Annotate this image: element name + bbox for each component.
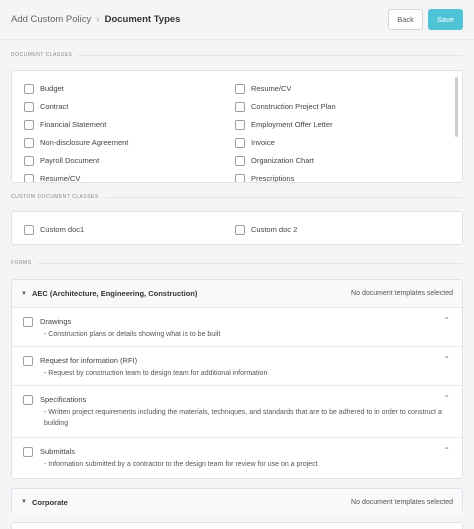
back-button[interactable]: Back bbox=[388, 9, 423, 30]
doc-class-budget[interactable]: Budget bbox=[24, 82, 64, 95]
doc-class-invoice[interactable]: Invoice bbox=[235, 136, 275, 149]
chevron-up-icon[interactable]: ⌃ bbox=[443, 394, 450, 403]
chevron-up-icon[interactable]: ⌃ bbox=[443, 355, 450, 364]
page-header: Add Custom Policy › Document Types Back … bbox=[0, 0, 474, 40]
status-text: No document templates selected bbox=[351, 290, 453, 297]
checkbox[interactable] bbox=[24, 224, 34, 235]
forms-panel-aec: ▼ AEC (Architecture, Engineering, Constr… bbox=[11, 279, 463, 479]
checkbox[interactable] bbox=[24, 101, 34, 112]
save-button[interactable]: Save bbox=[427, 9, 463, 30]
group-header-aec[interactable]: ▼ AEC (Architecture, Engineering, Constr… bbox=[12, 280, 462, 308]
doc-class-construction-plan[interactable]: Construction Project Plan bbox=[235, 100, 336, 113]
checkbox[interactable] bbox=[235, 137, 245, 148]
checkbox[interactable] bbox=[23, 356, 33, 366]
checkbox[interactable] bbox=[24, 137, 34, 148]
checkbox[interactable] bbox=[23, 395, 33, 405]
form-row-rfi[interactable]: Request for information (RFI) - Request … bbox=[12, 347, 462, 386]
chevron-up-icon[interactable]: ⌃ bbox=[443, 316, 450, 325]
header-actions: Back Save bbox=[388, 9, 463, 30]
page-title: Document Types bbox=[104, 14, 181, 25]
checkbox[interactable] bbox=[23, 447, 33, 457]
section-label-document-classes: DOCUMENT CLASSES bbox=[11, 52, 463, 58]
checkbox[interactable] bbox=[24, 155, 34, 166]
breadcrumb-root[interactable]: Add Custom Policy bbox=[11, 14, 91, 25]
form-row-submittals[interactable]: Submittals - Information submitted by a … bbox=[12, 438, 462, 478]
section-label-custom-document-classes: CUSTOM DOCUMENT CLASSES bbox=[11, 194, 463, 200]
checkbox[interactable] bbox=[235, 155, 245, 166]
scrollbar[interactable] bbox=[455, 77, 458, 137]
custom-doc-1[interactable]: Custom doc1 bbox=[24, 223, 84, 236]
caret-down-icon[interactable]: ▼ bbox=[21, 499, 27, 505]
custom-document-classes-panel: Custom doc1 Custom doc 2 bbox=[11, 211, 463, 245]
doc-class-resume[interactable]: Resume/CV bbox=[235, 82, 291, 95]
doc-class-prescriptions[interactable]: Prescriptions bbox=[235, 172, 294, 182]
checkbox[interactable] bbox=[235, 173, 245, 182]
checkbox[interactable] bbox=[24, 173, 34, 182]
doc-class-financial-statement[interactable]: Financial Statement bbox=[24, 118, 106, 131]
checkbox[interactable] bbox=[24, 83, 34, 94]
group-header-corporate[interactable]: ▼ Corporate No document templates select… bbox=[12, 489, 462, 515]
forms-panel-corporate: ▼ Corporate No document templates select… bbox=[11, 488, 463, 515]
forms-panel-next bbox=[11, 522, 463, 529]
form-row-drawings[interactable]: Drawings - Construction plans or details… bbox=[12, 308, 462, 347]
form-row-specifications[interactable]: Specifications - Written project require… bbox=[12, 386, 462, 438]
checkbox[interactable] bbox=[235, 83, 245, 94]
chevron-up-icon[interactable]: ⌃ bbox=[443, 446, 450, 455]
doc-class-nda[interactable]: Non-disclosure Agreement bbox=[24, 136, 128, 149]
checkbox[interactable] bbox=[235, 101, 245, 112]
doc-class-offer-letter[interactable]: Employment Offer Letter bbox=[235, 118, 333, 131]
document-classes-panel: Budget Contract Financial Statement Non-… bbox=[11, 70, 463, 183]
doc-class-resume-partial[interactable]: Resume/CV bbox=[24, 172, 80, 182]
section-label-forms: FORMS bbox=[11, 260, 463, 266]
checkbox[interactable] bbox=[235, 224, 245, 235]
doc-class-payroll[interactable]: Payroll Document bbox=[24, 154, 99, 167]
custom-doc-2[interactable]: Custom doc 2 bbox=[235, 223, 297, 236]
doc-class-contract[interactable]: Contract bbox=[24, 100, 68, 113]
status-text: No document templates selected bbox=[351, 498, 453, 506]
checkbox[interactable] bbox=[24, 119, 34, 130]
checkbox[interactable] bbox=[23, 317, 33, 327]
doc-class-org-chart[interactable]: Organization Chart bbox=[235, 154, 314, 167]
caret-down-icon[interactable]: ▼ bbox=[21, 291, 27, 297]
checkbox[interactable] bbox=[235, 119, 245, 130]
breadcrumb-separator-icon: › bbox=[96, 14, 100, 25]
